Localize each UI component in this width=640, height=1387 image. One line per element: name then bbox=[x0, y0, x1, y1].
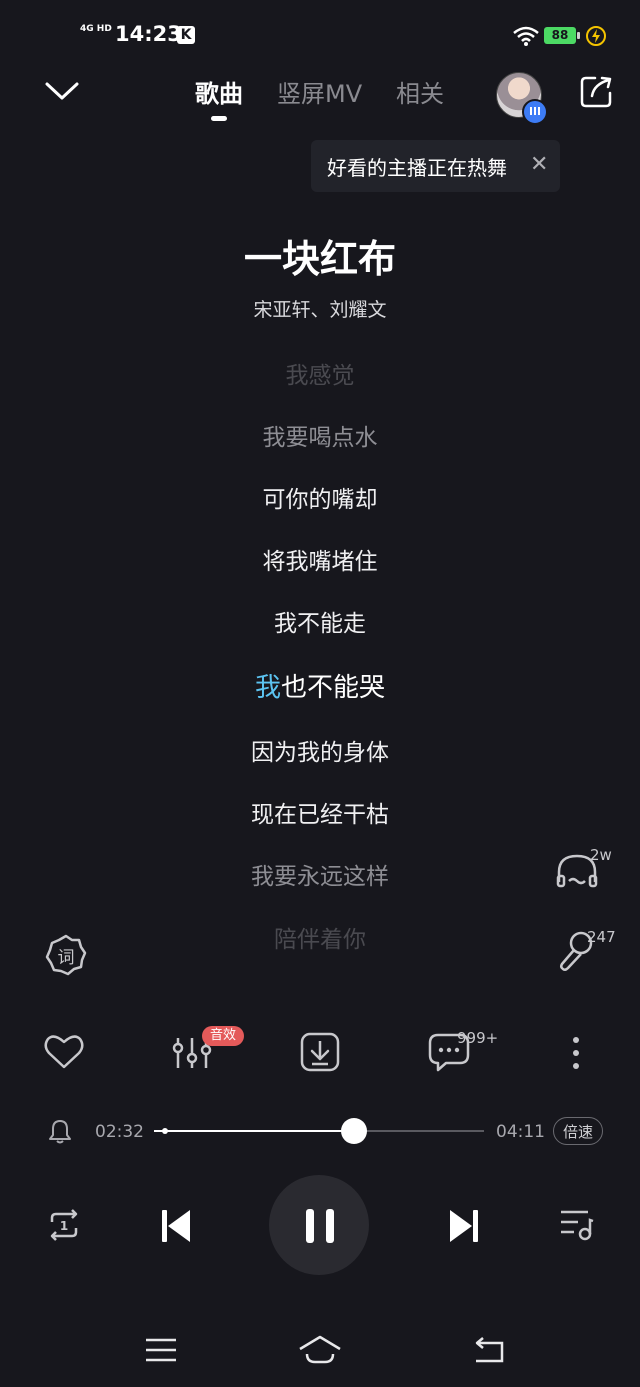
home-icon[interactable] bbox=[297, 1334, 343, 1366]
more-icon[interactable] bbox=[570, 1035, 582, 1071]
lyric-line: 将我嘴堵住 bbox=[262, 549, 378, 575]
network-indicator: 4G HD bbox=[80, 24, 112, 34]
tab-vertical-mv[interactable]: 竖屏MV bbox=[277, 74, 362, 109]
lyrics-toggle-button[interactable]: 词 bbox=[45, 934, 87, 976]
collapse-chevron-icon[interactable] bbox=[44, 80, 80, 102]
next-track-icon[interactable] bbox=[446, 1207, 482, 1245]
battery-indicator: 88 bbox=[544, 27, 580, 44]
network-label: 4G HD bbox=[80, 24, 112, 34]
charging-icon bbox=[586, 26, 606, 46]
current-time: 02:32 bbox=[95, 1122, 144, 1142]
current-lyric-line: 我也不能哭 bbox=[0, 667, 640, 704]
progress-start-marker bbox=[162, 1128, 168, 1134]
back-icon[interactable] bbox=[470, 1335, 506, 1365]
lyric-line: 我感觉 bbox=[285, 363, 355, 389]
bell-icon[interactable] bbox=[48, 1118, 72, 1144]
comment-count: 999+ bbox=[457, 1029, 499, 1047]
song-title: 一块红布 bbox=[243, 237, 396, 281]
progress-thumb[interactable] bbox=[340, 1118, 367, 1144]
playback-speed-button[interactable]: 倍速 bbox=[553, 1117, 603, 1145]
listen-count: 2w bbox=[590, 846, 612, 864]
sound-effect-badge: 音效 bbox=[202, 1026, 244, 1046]
playlist-icon[interactable] bbox=[558, 1208, 594, 1242]
tab-song[interactable]: 歌曲 bbox=[195, 74, 243, 109]
lyric-line: 我不能走 bbox=[274, 611, 366, 637]
progress-fill bbox=[154, 1130, 354, 1132]
tab-indicator bbox=[211, 116, 227, 121]
download-icon[interactable] bbox=[300, 1032, 340, 1072]
share-icon[interactable] bbox=[578, 74, 614, 110]
tab-related[interactable]: 相关 bbox=[396, 74, 444, 109]
lyric-line: 陪伴着你 bbox=[274, 927, 366, 953]
live-bars-icon bbox=[522, 99, 548, 125]
lyric-line: 因为我的身体 bbox=[251, 740, 389, 766]
status-time: 14:23 bbox=[115, 22, 182, 46]
heart-icon[interactable] bbox=[43, 1033, 85, 1071]
lyrics-badge-label: 词 bbox=[57, 948, 75, 968]
lyric-sung-part: 我 bbox=[254, 673, 281, 703]
menu-icon[interactable] bbox=[144, 1336, 178, 1364]
pause-icon bbox=[306, 1209, 334, 1243]
lyric-line: 我要永远这样 bbox=[251, 864, 389, 890]
song-artist[interactable]: 宋亚轩、刘耀文 bbox=[0, 295, 640, 322]
close-tooltip-icon[interactable]: ✕ bbox=[530, 152, 548, 177]
lyric-line: 现在已经干枯 bbox=[251, 802, 389, 828]
lyric-line: 可你的嘴却 bbox=[262, 487, 378, 513]
wifi-icon bbox=[513, 26, 539, 46]
karaoke-count: 247 bbox=[587, 928, 616, 946]
repeat-one-icon[interactable]: 1 bbox=[46, 1208, 82, 1242]
k-app-icon: K bbox=[177, 26, 195, 44]
lyric-line: 我要喝点水 bbox=[262, 425, 378, 451]
tooltip-text: 好看的主播正在热舞 bbox=[327, 156, 507, 180]
svg-text:1: 1 bbox=[60, 1219, 68, 1233]
lyric-unsung-part: 也不能哭 bbox=[281, 673, 386, 703]
previous-track-icon[interactable] bbox=[158, 1207, 194, 1245]
total-time: 04:11 bbox=[496, 1122, 545, 1142]
